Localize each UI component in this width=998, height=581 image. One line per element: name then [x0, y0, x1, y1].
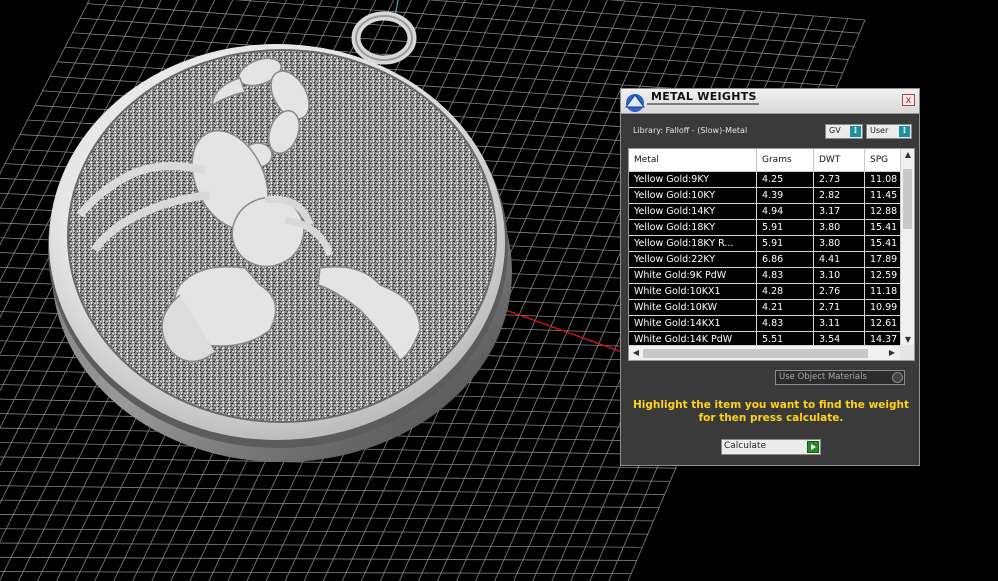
library-label: Library: Falloff - (Slow)-Metal — [633, 126, 748, 135]
title-underline — [647, 103, 759, 105]
scroll-down-icon[interactable]: ▼ — [901, 335, 914, 344]
table-header: Metal Grams DWT SPG — [629, 149, 914, 172]
use-object-materials-label: Use Object Materials — [779, 372, 867, 382]
table-row[interactable]: Yellow Gold:9KY 4.25 2.73 11.08 — [629, 172, 914, 188]
metal-cell: White Gold:10KX1 — [629, 284, 757, 299]
metal-cell: Yellow Gold:14KY — [629, 204, 757, 219]
pendant-model[interactable] — [48, 11, 512, 462]
dwt-cell: 2.73 — [814, 172, 865, 187]
grams-cell: 5.91 — [757, 236, 814, 251]
grams-cell: 4.83 — [757, 268, 814, 283]
dwt-cell: 2.82 — [814, 188, 865, 203]
scroll-left-icon[interactable]: ◀ — [629, 348, 643, 357]
scroll-right-icon[interactable]: ▶ — [885, 348, 899, 357]
chevron-down-icon[interactable]: ⁞ — [899, 126, 910, 137]
dwt-cell: 4.41 — [814, 252, 865, 267]
metal-cell: Yellow Gold:9KY — [629, 172, 757, 187]
metal-weights-dialog: METAL WEIGHTS x Library: Falloff - (Slow… — [620, 88, 920, 466]
column-header-grams[interactable]: Grams — [757, 149, 814, 171]
gv-select[interactable]: GV ⁞ — [825, 124, 863, 139]
table-body: Yellow Gold:9KY 4.25 2.73 11.08 Yellow Gold:… — [629, 172, 914, 348]
dwt-cell: 3.11 — [814, 316, 865, 331]
grams-cell: 4.94 — [757, 204, 814, 219]
table-row[interactable]: White Gold:10KX1 4.28 2.76 11.18 — [629, 284, 914, 300]
grams-cell: 6.86 — [757, 252, 814, 267]
metal-cell: Yellow Gold:18KY R... — [629, 236, 757, 251]
metal-cell: Yellow Gold:18KY — [629, 220, 757, 235]
dwt-cell: 2.76 — [814, 284, 865, 299]
grams-cell: 4.25 — [757, 172, 814, 187]
metal-cell: White Gold:14KX1 — [629, 316, 757, 331]
dwt-cell: 3.17 — [814, 204, 865, 219]
table-row[interactable]: Yellow Gold:10KY 4.39 2.82 11.45 — [629, 188, 914, 204]
metal-table[interactable]: Metal Grams DWT SPG Yellow Gold:9KY 4.25 2… — [628, 148, 915, 361]
grams-cell: 4.83 — [757, 316, 814, 331]
grams-cell: 5.91 — [757, 220, 814, 235]
table-row[interactable]: White Gold:9K PdW 4.83 3.10 12.59 — [629, 268, 914, 284]
table-row[interactable]: Yellow Gold:18KY 5.91 3.80 15.41 — [629, 220, 914, 236]
vertical-scrollbar[interactable]: ▲ ▼ — [900, 149, 914, 345]
dwt-cell: 3.80 — [814, 236, 865, 251]
metal-cell: Yellow Gold:10KY — [629, 188, 757, 203]
scroll-up-icon[interactable]: ▲ — [901, 150, 914, 159]
dwt-cell: 2.71 — [814, 300, 865, 315]
scroll-thumb[interactable] — [643, 349, 868, 358]
play-icon[interactable] — [807, 441, 819, 453]
close-button[interactable]: x — [902, 94, 915, 106]
grams-cell: 4.21 — [757, 300, 814, 315]
scroll-corner — [900, 345, 914, 360]
user-select-value: User — [870, 126, 889, 135]
dwt-cell: 3.80 — [814, 220, 865, 235]
column-header-dwt[interactable]: DWT — [814, 149, 865, 171]
table-row[interactable]: Yellow Gold:14KY 4.94 3.17 12.88 — [629, 204, 914, 220]
metal-cell: White Gold:9K PdW — [629, 268, 757, 283]
app-logo-icon — [625, 94, 645, 112]
dwt-cell: 3.10 — [814, 268, 865, 283]
gv-select-value: GV — [829, 126, 841, 135]
dialog-title: METAL WEIGHTS — [651, 90, 757, 103]
column-header-metal[interactable]: Metal — [629, 149, 757, 171]
table-row[interactable]: Yellow Gold:22KY 6.86 4.41 17.89 — [629, 252, 914, 268]
calculate-label: Calculate — [724, 441, 767, 451]
user-select[interactable]: User ⁞ — [866, 124, 912, 139]
table-row[interactable]: White Gold:10KW 4.21 2.71 10.99 — [629, 300, 914, 316]
metal-cell: Yellow Gold:22KY — [629, 252, 757, 267]
chevron-down-icon[interactable]: ⁞ — [850, 126, 861, 137]
scroll-thumb[interactable] — [903, 169, 912, 229]
calculate-select[interactable]: Calculate — [721, 439, 821, 455]
instruction-text: Highlight the item you want to find the … — [633, 399, 909, 424]
table-row[interactable]: Yellow Gold:18KY R... 5.91 3.80 15.41 — [629, 236, 914, 252]
use-object-materials-select[interactable]: Use Object Materials — [775, 370, 905, 385]
grams-cell: 4.28 — [757, 284, 814, 299]
metal-cell: White Gold:10KW — [629, 300, 757, 315]
dialog-titlebar[interactable]: METAL WEIGHTS x — [621, 89, 919, 114]
horizontal-scrollbar[interactable]: ◀ ▶ — [629, 345, 900, 360]
grams-cell: 4.39 — [757, 188, 814, 203]
dropdown-icon[interactable] — [892, 372, 903, 383]
table-row[interactable]: White Gold:14KX1 4.83 3.11 12.61 — [629, 316, 914, 332]
